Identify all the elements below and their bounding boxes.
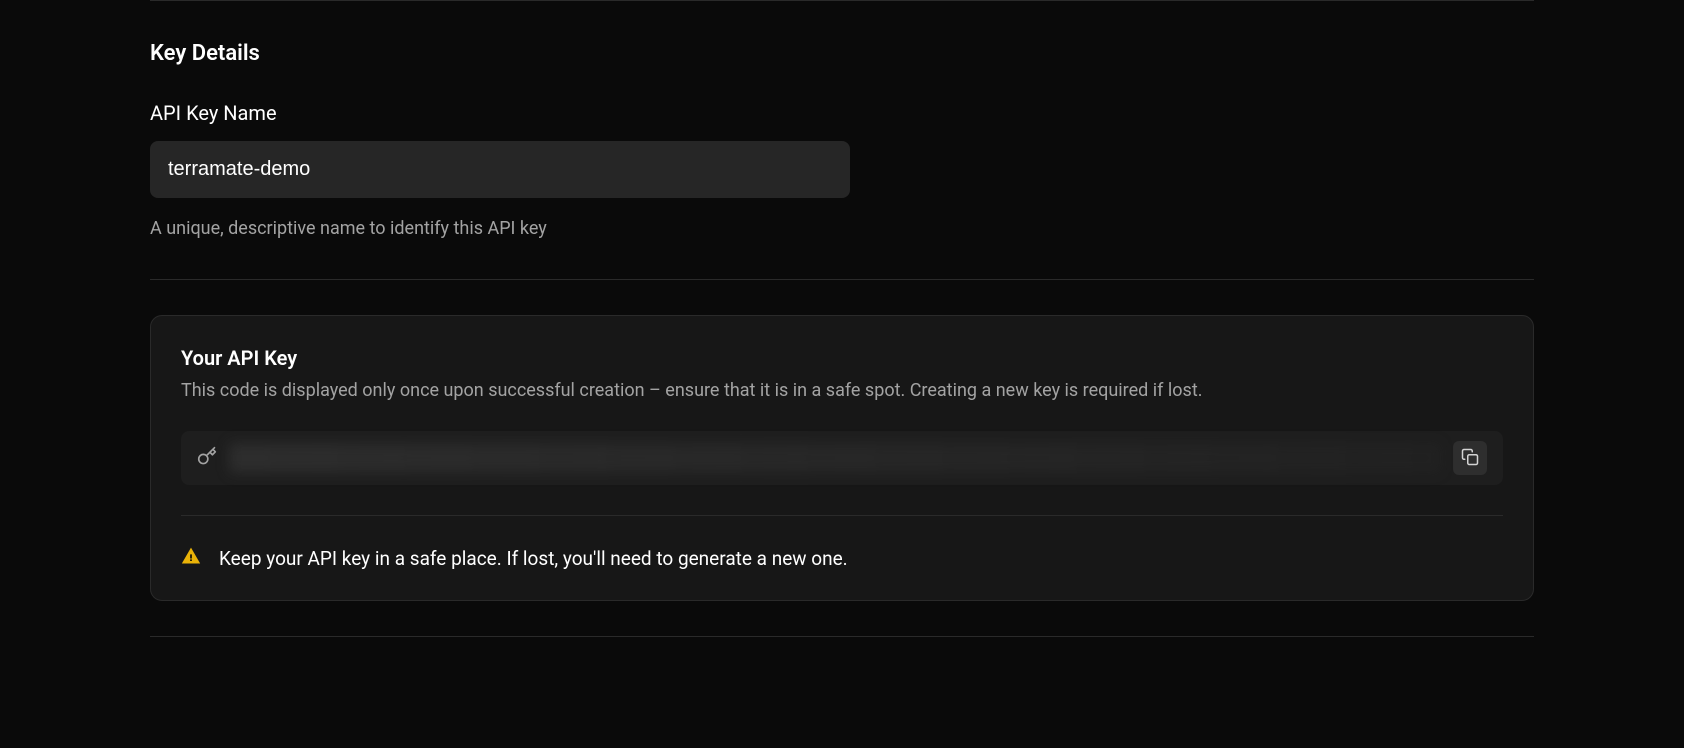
warning-icon [181, 546, 201, 570]
divider-bottom [150, 636, 1534, 637]
warning-text: Keep your API key in a safe place. If lo… [219, 547, 848, 570]
api-key-name-label: API Key Name [150, 101, 1534, 125]
api-key-value-masked [229, 443, 1441, 473]
api-key-display [181, 431, 1503, 485]
key-icon [197, 446, 217, 470]
warning-section: Keep your API key in a safe place. If lo… [181, 515, 1503, 570]
api-key-name-field: API Key Name A unique, descriptive name … [150, 101, 1534, 239]
section-title: Key Details [150, 41, 1534, 66]
divider-middle [150, 279, 1534, 280]
api-key-name-input[interactable] [150, 141, 850, 198]
api-key-name-description: A unique, descriptive name to identify t… [150, 218, 1534, 239]
key-details-section: Key Details API Key Name A unique, descr… [150, 1, 1534, 279]
copy-icon [1461, 448, 1479, 469]
api-key-card-description: This code is displayed only once upon su… [181, 380, 1503, 401]
api-key-card: Your API Key This code is displayed only… [150, 315, 1534, 601]
api-key-card-title: Your API Key [181, 346, 1503, 370]
copy-button[interactable] [1453, 441, 1487, 475]
